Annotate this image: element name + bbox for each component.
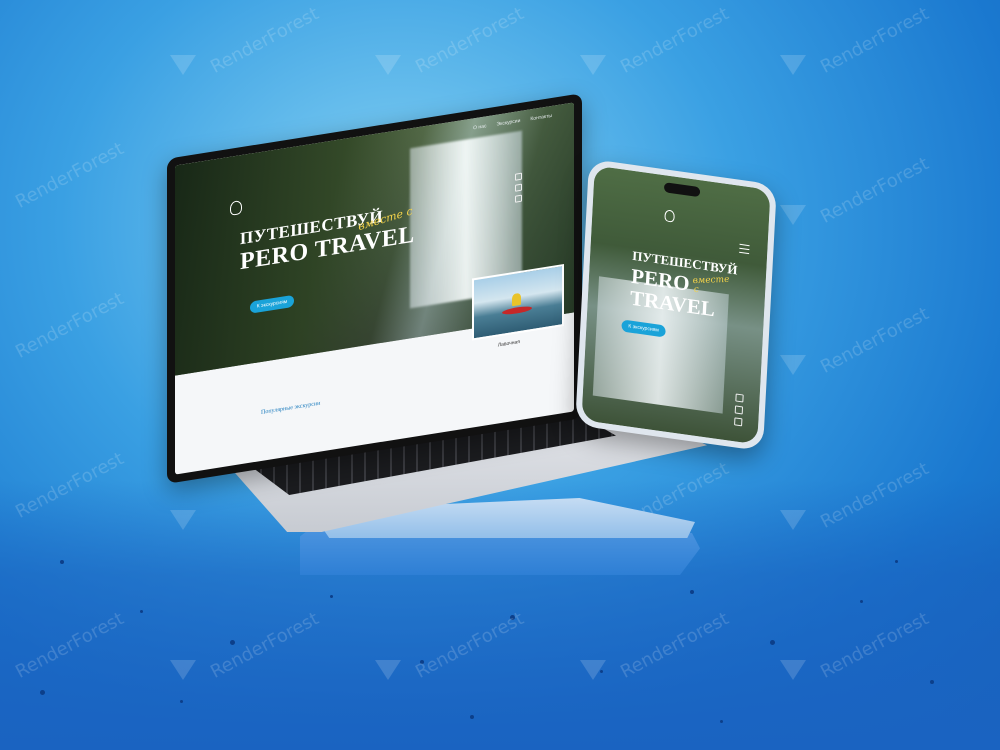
hero-title: ПУТЕШЕСТВУЙ вместе с PERO TRAVEL: [240, 203, 415, 275]
nav-link[interactable]: Экскурсии: [496, 118, 520, 128]
hamburger-menu-icon[interactable]: [739, 243, 750, 255]
floor-speck: [690, 590, 694, 594]
vk-icon[interactable]: [735, 393, 744, 403]
floor-speck: [860, 600, 863, 603]
watermark-logo-icon: [170, 510, 196, 530]
watermark-logo-icon: [780, 660, 806, 680]
floor-speck: [180, 700, 183, 703]
floor-speck: [770, 640, 775, 645]
watermark-logo-icon: [780, 205, 806, 225]
floor-speck: [230, 640, 235, 645]
balloon-logo-icon[interactable]: [230, 199, 242, 216]
nav-link[interactable]: О нас: [473, 123, 486, 131]
floor-speck: [60, 560, 64, 564]
watermark-logo-icon: [170, 660, 196, 680]
telegram-icon[interactable]: [734, 405, 744, 415]
social-links: [515, 172, 522, 203]
floor-speck: [470, 715, 474, 719]
instagram-icon[interactable]: [734, 417, 743, 427]
watermark-text: RenderForest: [817, 3, 933, 78]
floor-speck: [140, 610, 143, 613]
watermark-text: RenderForest: [817, 153, 933, 228]
floor-speck: [510, 615, 515, 620]
watermark-logo-icon: [780, 355, 806, 375]
watermark-text: RenderForest: [412, 3, 528, 78]
watermark-logo-icon: [780, 55, 806, 75]
balloon-logo-icon[interactable]: [664, 209, 675, 223]
watermark-logo-icon: [375, 660, 401, 680]
hero-section: О нас Экскурсии Контакты ПУТЕШЕСТВУЙ вме…: [175, 102, 574, 376]
watermark-logo-icon: [170, 55, 196, 75]
section-label: Лавочная: [497, 338, 520, 349]
instagram-icon[interactable]: [515, 194, 522, 203]
watermark-text: RenderForest: [207, 3, 323, 78]
kayak-boat: [502, 305, 532, 316]
telegram-icon[interactable]: [515, 183, 522, 192]
vk-icon[interactable]: [515, 172, 522, 181]
watermark-text: RenderForest: [817, 303, 933, 378]
mockup-scene: RenderForest RenderForest RenderForest R…: [0, 0, 1000, 750]
floor-speck: [330, 595, 333, 598]
watermark-logo-icon: [580, 660, 606, 680]
watermark-text: RenderForest: [12, 288, 128, 363]
phone-website: ПУТЕШЕСТВУЙ вместе с PERO TRAVEL К экску…: [581, 165, 771, 445]
laptop-website: О нас Экскурсии Контакты ПУТЕШЕСТВУЙ вме…: [175, 102, 574, 475]
watermark-text: RenderForest: [617, 3, 733, 78]
floor-speck: [930, 680, 934, 684]
watermark-logo-icon: [580, 55, 606, 75]
watermark-text: RenderForest: [12, 138, 128, 213]
watermark-logo-icon: [780, 510, 806, 530]
top-nav: О нас Экскурсии Контакты: [473, 113, 552, 131]
phone-social-links: [734, 393, 744, 427]
kayak-photo-card: [472, 263, 564, 341]
phone-frame: ПУТЕШЕСТВУЙ вместе с PERO TRAVEL К экску…: [575, 158, 777, 452]
floor-speck: [40, 690, 45, 695]
laptop-screen-frame: О нас Экскурсии Контакты ПУТЕШЕСТВУЙ вме…: [167, 93, 582, 484]
floor-speck: [420, 660, 424, 664]
popular-tours-heading: Популярные экскурсии: [261, 400, 321, 416]
phone-notch: [663, 182, 701, 198]
phone-title-script: вместе с: [692, 274, 731, 296]
floor-speck: [720, 720, 723, 723]
watermark-logo-icon: [375, 55, 401, 75]
tours-button[interactable]: К экскурсиям: [250, 294, 294, 314]
floor-speck: [895, 560, 898, 563]
kayaker-figure: [512, 292, 521, 307]
nav-link[interactable]: Контакты: [530, 113, 552, 122]
